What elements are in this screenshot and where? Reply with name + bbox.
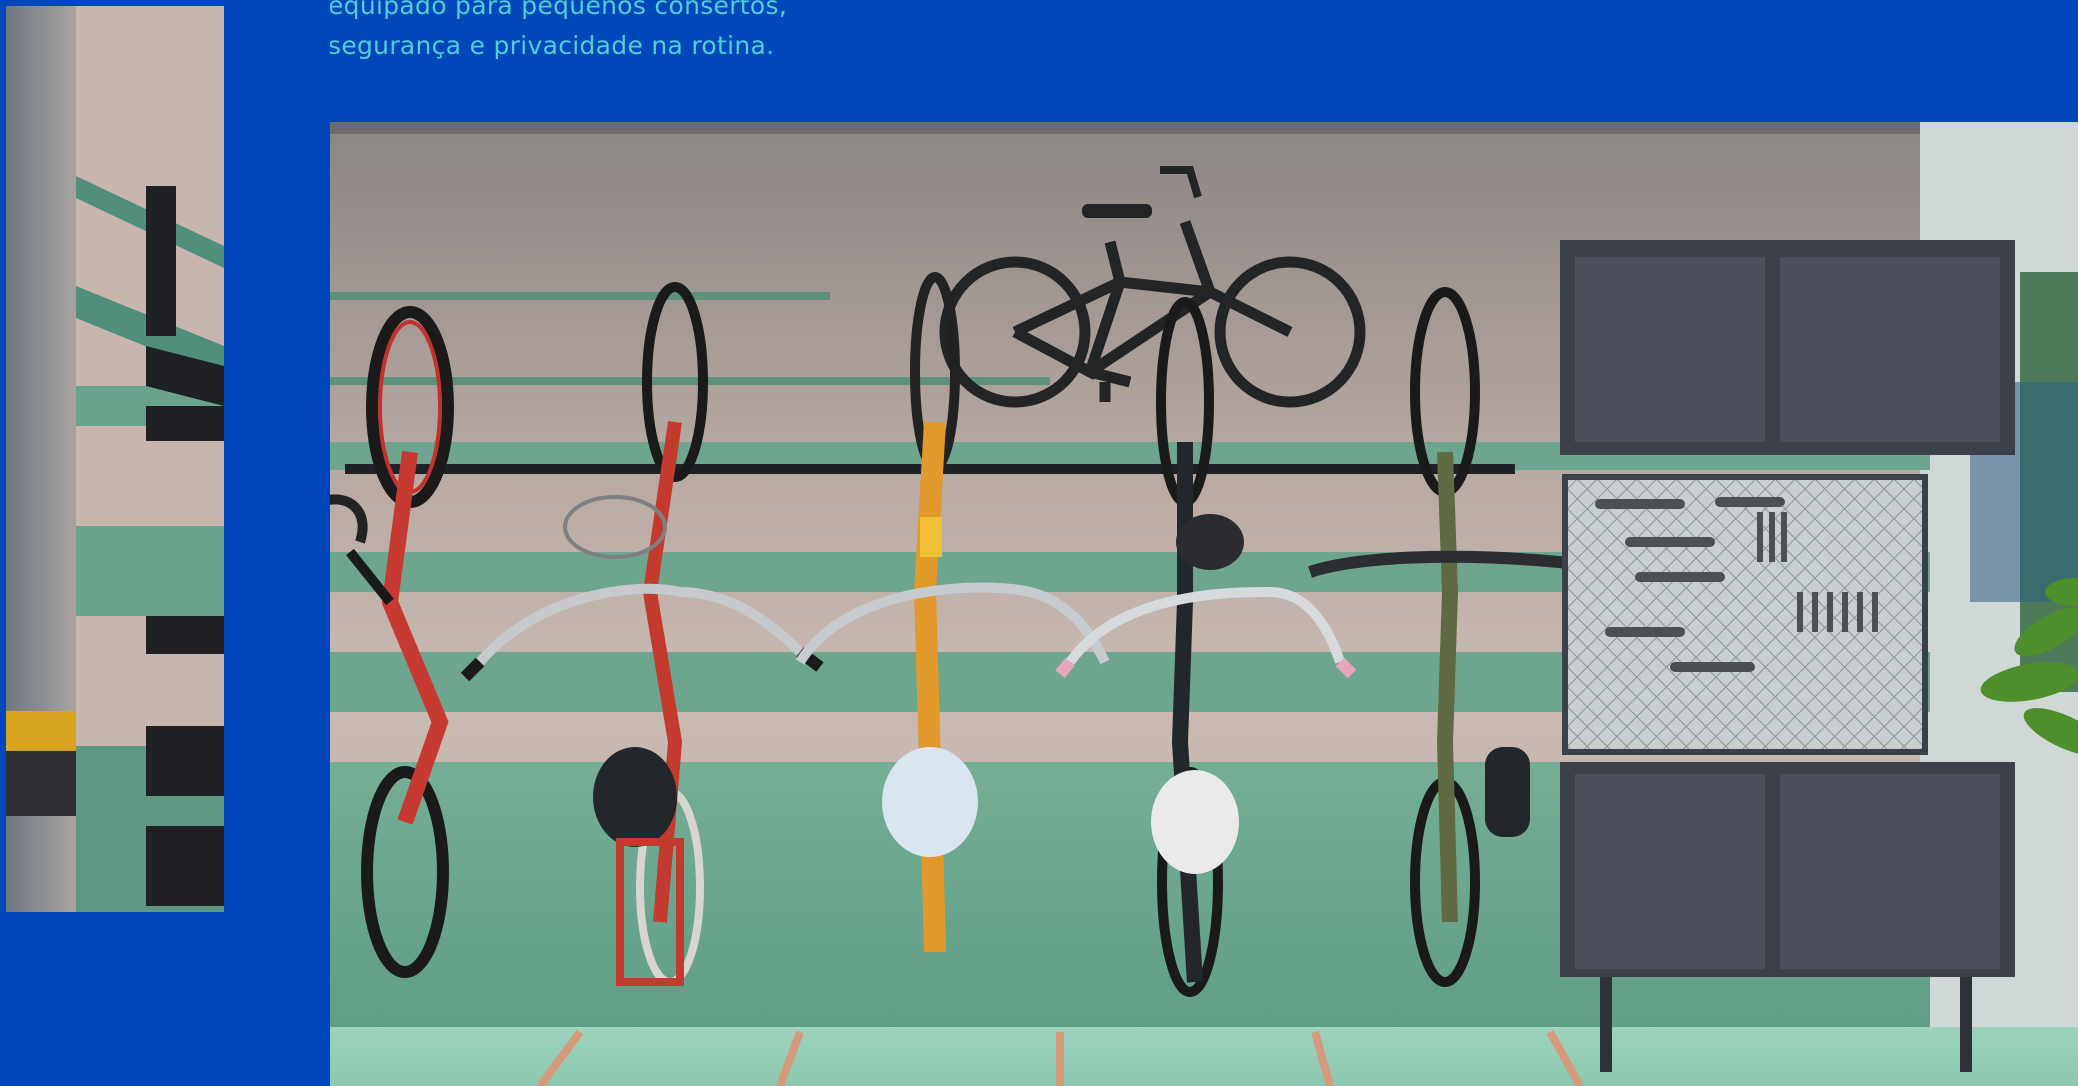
bike-room-illustration	[330, 122, 2078, 1086]
description-line-1: equipado para pequenos consertos,	[328, 0, 788, 20]
wall-cabinet	[1560, 240, 2015, 455]
tool-pegboard	[1562, 474, 1928, 755]
decorative-strip-bottom	[0, 912, 330, 1086]
description-line-2: segurança e privacidade na rotina.	[328, 31, 775, 60]
bike-room-side-photo	[6, 6, 224, 912]
decorative-notch-top	[224, 0, 330, 500]
description-text: equipado para pequenos consertos, segura…	[328, 0, 1028, 66]
side-photo-illustration	[6, 6, 224, 912]
bike-room-photo	[330, 122, 2078, 1086]
